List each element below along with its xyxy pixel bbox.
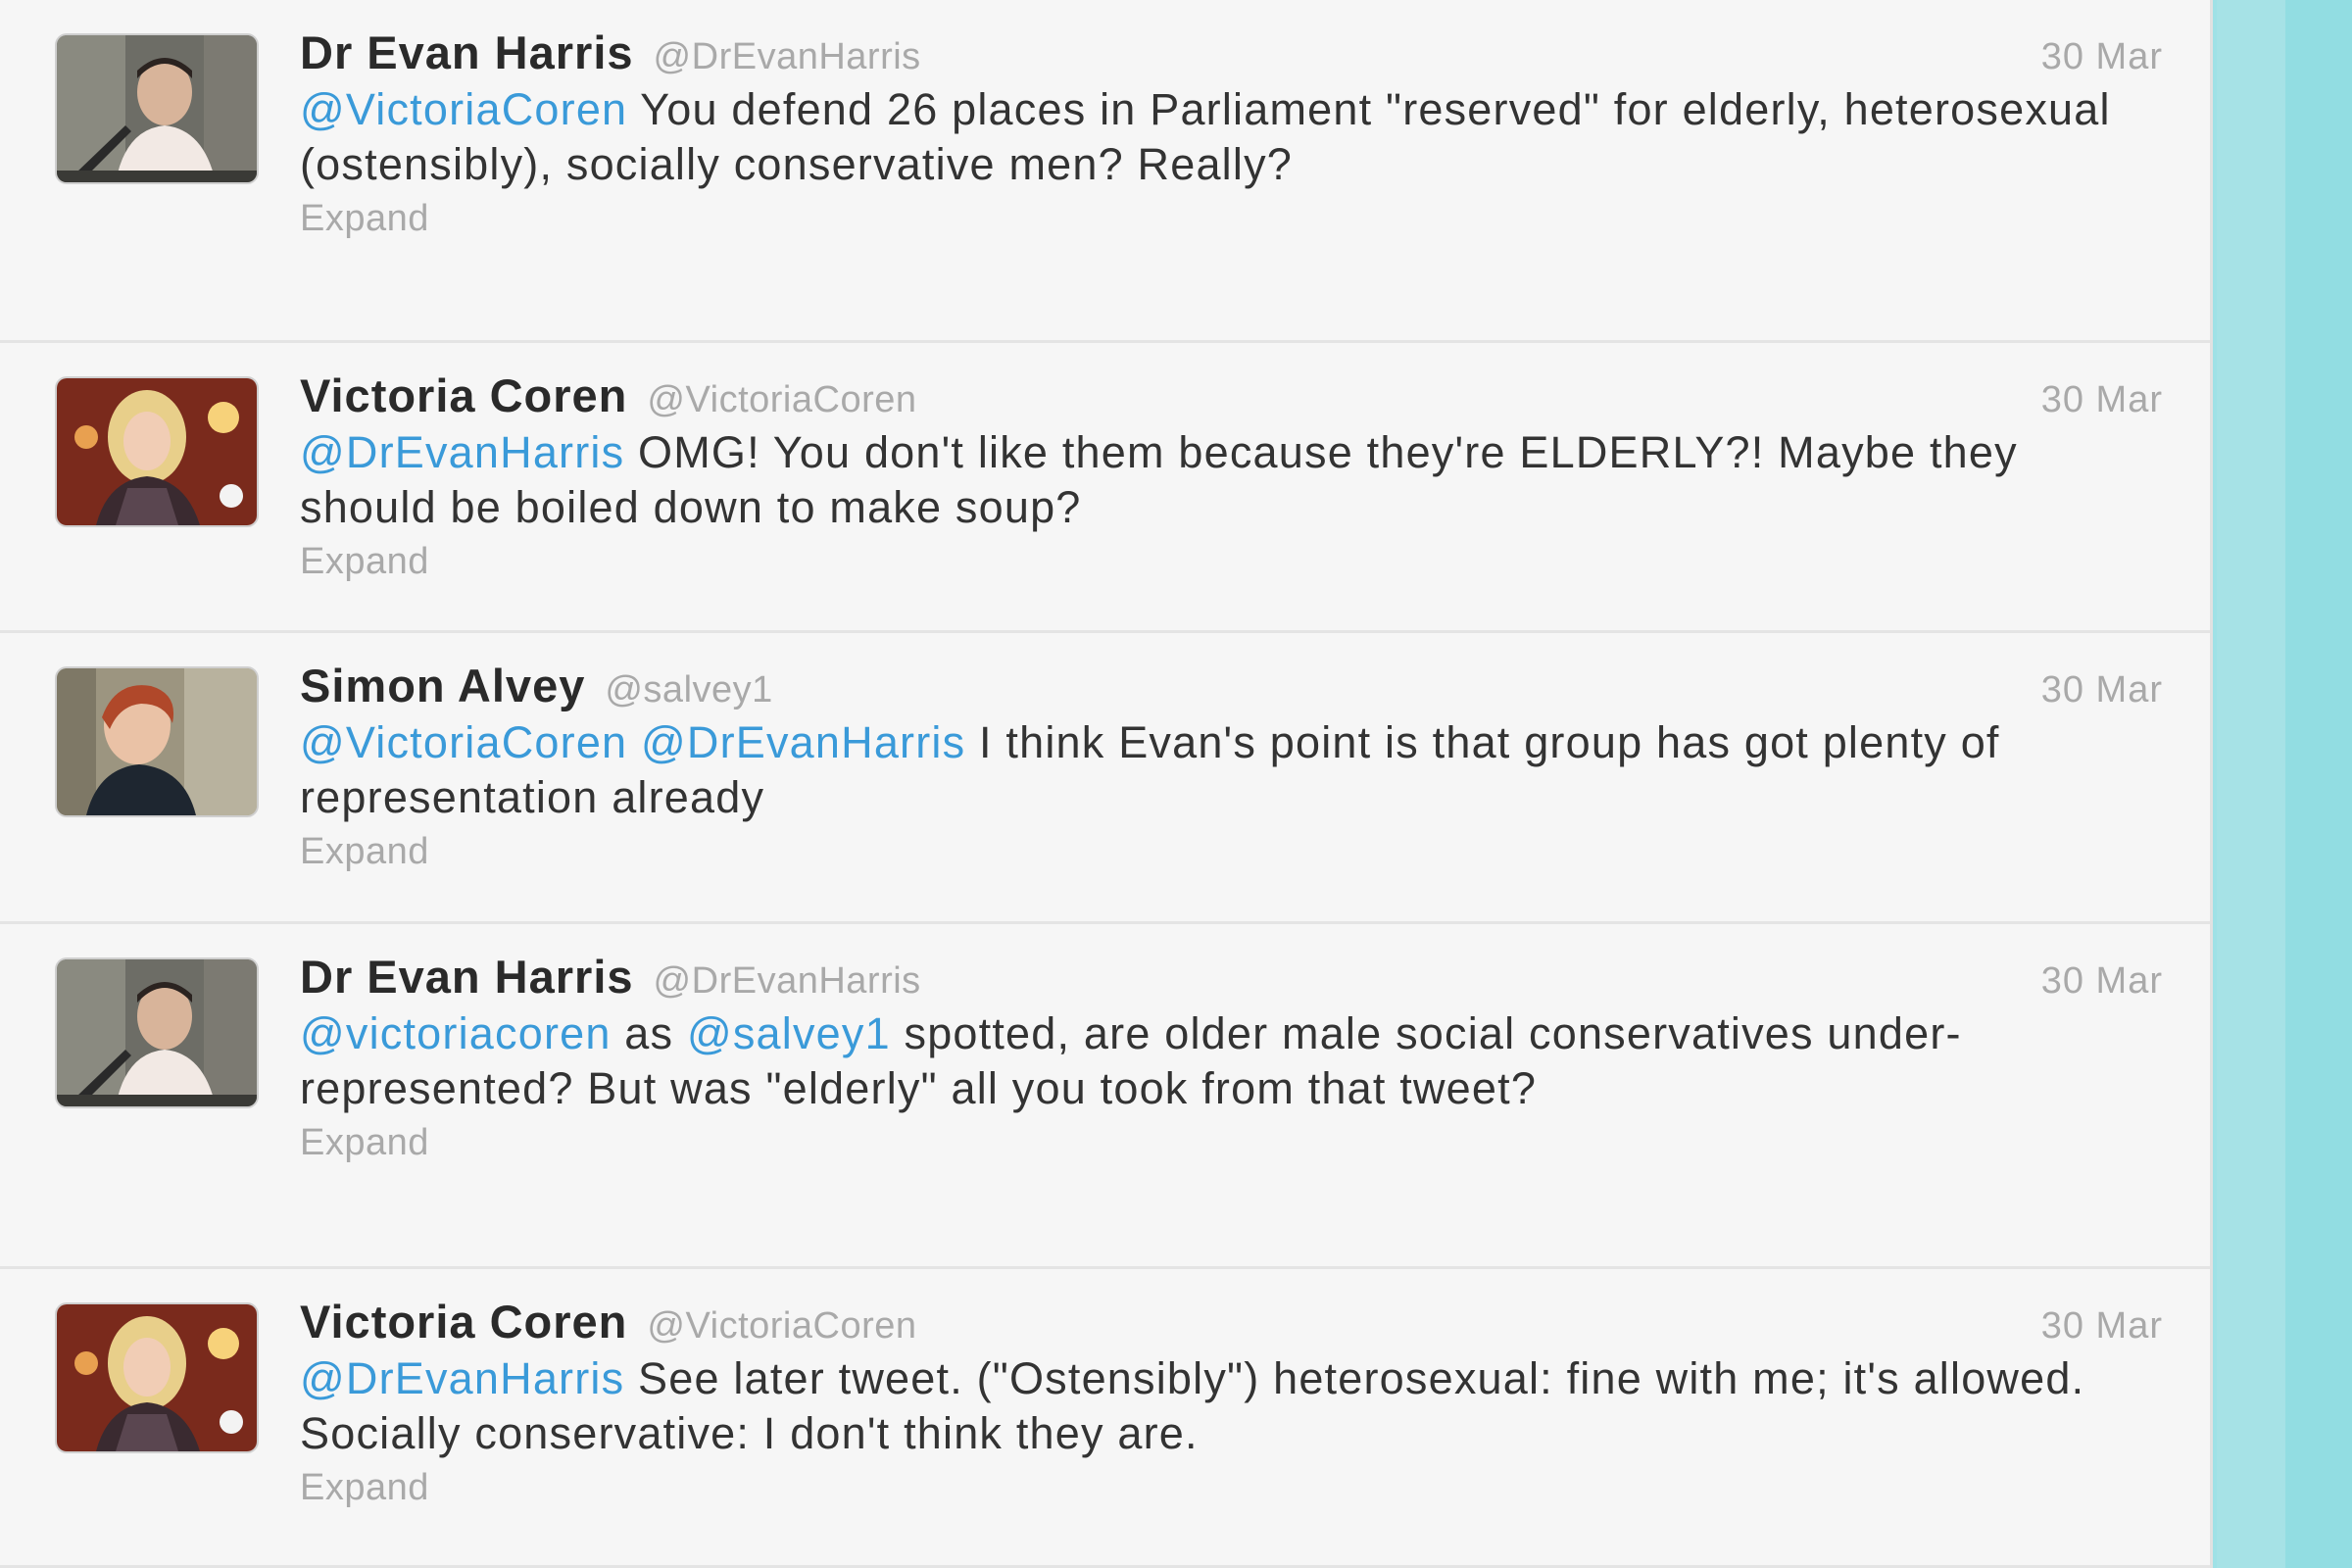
author-fullname[interactable]: Victoria Coren [300,1295,627,1348]
tweet-item[interactable]: Victoria Coren @VictoriaCoren 30 Mar @Dr… [0,1269,2210,1568]
author-username[interactable]: @VictoriaCoren [647,1305,916,1348]
avatar-victoria-coren-icon[interactable] [57,378,257,525]
avatar-victoria-coren-icon[interactable] [57,1304,257,1451]
avatar-image [57,1304,257,1451]
expand-link[interactable]: Expand [300,831,429,873]
author-username[interactable]: @DrEvanHarris [654,36,921,78]
background-strip [2217,0,2285,1568]
tweet-timestamp[interactable]: 30 Mar [2041,960,2163,1003]
mention-link[interactable]: @DrEvanHarris [300,1353,624,1403]
avatar-image [57,35,257,182]
expand-link[interactable]: Expand [300,541,429,583]
tweet-text: @VictoriaCoren You defend 26 places in P… [300,82,2163,192]
author-username[interactable]: @VictoriaCoren [647,379,916,421]
avatar-image [57,668,257,815]
mention-link[interactable]: @DrEvanHarris [300,427,624,477]
tweet-item[interactable]: Victoria Coren @VictoriaCoren 30 Mar @Dr… [0,343,2210,633]
tweet-header: Dr Evan Harris @DrEvanHarris 30 Mar [300,25,2163,82]
tweet-item[interactable]: Dr Evan Harris @DrEvanHarris 30 Mar @vic… [0,924,2210,1269]
avatar-image [57,959,257,1106]
expand-link[interactable]: Expand [300,198,429,240]
tweet-text: @DrEvanHarris See later tweet. ("Ostensi… [300,1351,2163,1461]
avatar-evan-harris-icon[interactable] [57,35,257,182]
tweet-body: as [611,1008,687,1058]
avatar-simon-alvey-icon[interactable] [57,668,257,815]
twitter-page: Dr Evan Harris @DrEvanHarris 30 Mar @Vic… [0,0,2352,1568]
mention-link[interactable]: @VictoriaCoren [300,84,627,134]
author-username[interactable]: @salvey1 [605,669,772,711]
tweet-header: Victoria Coren @VictoriaCoren 30 Mar [300,368,2163,425]
background-strip [2285,0,2352,1568]
author-fullname[interactable]: Simon Alvey [300,659,585,712]
tweet-item[interactable]: Simon Alvey @salvey1 30 Mar @VictoriaCor… [0,633,2210,924]
mention-link[interactable]: @salvey1 [687,1008,891,1058]
tweet-timestamp[interactable]: 30 Mar [2041,36,2163,78]
avatar-image [57,378,257,525]
tweet-item[interactable]: Dr Evan Harris @DrEvanHarris 30 Mar @Vic… [0,0,2210,343]
tweet-text: @victoriacoren as @salvey1 spotted, are … [300,1006,2163,1116]
mention-link[interactable]: @victoriacoren [300,1008,612,1058]
author-fullname[interactable]: Dr Evan Harris [300,950,634,1004]
tweet-timestamp[interactable]: 30 Mar [2041,669,2163,711]
author-fullname[interactable]: Dr Evan Harris [300,25,634,79]
tweet-body [627,717,641,767]
author-fullname[interactable]: Victoria Coren [300,368,627,422]
author-username[interactable]: @DrEvanHarris [654,960,921,1003]
expand-link[interactable]: Expand [300,1122,429,1164]
tweet-header: Dr Evan Harris @DrEvanHarris 30 Mar [300,950,2163,1006]
tweet-timestamp[interactable]: 30 Mar [2041,1305,2163,1348]
tweet-header: Victoria Coren @VictoriaCoren 30 Mar [300,1295,2163,1351]
mention-link[interactable]: @DrEvanHarris [641,717,965,767]
tweet-text: @DrEvanHarris OMG! You don't like them b… [300,425,2163,535]
mention-link[interactable]: @VictoriaCoren [300,717,627,767]
tweet-timeline[interactable]: Dr Evan Harris @DrEvanHarris 30 Mar @Vic… [0,0,2213,1568]
avatar-evan-harris-icon[interactable] [57,959,257,1106]
tweet-timestamp[interactable]: 30 Mar [2041,379,2163,421]
tweet-header: Simon Alvey @salvey1 30 Mar [300,659,2163,715]
tweet-text: @VictoriaCoren @DrEvanHarris I think Eva… [300,715,2163,825]
expand-link[interactable]: Expand [300,1467,429,1509]
